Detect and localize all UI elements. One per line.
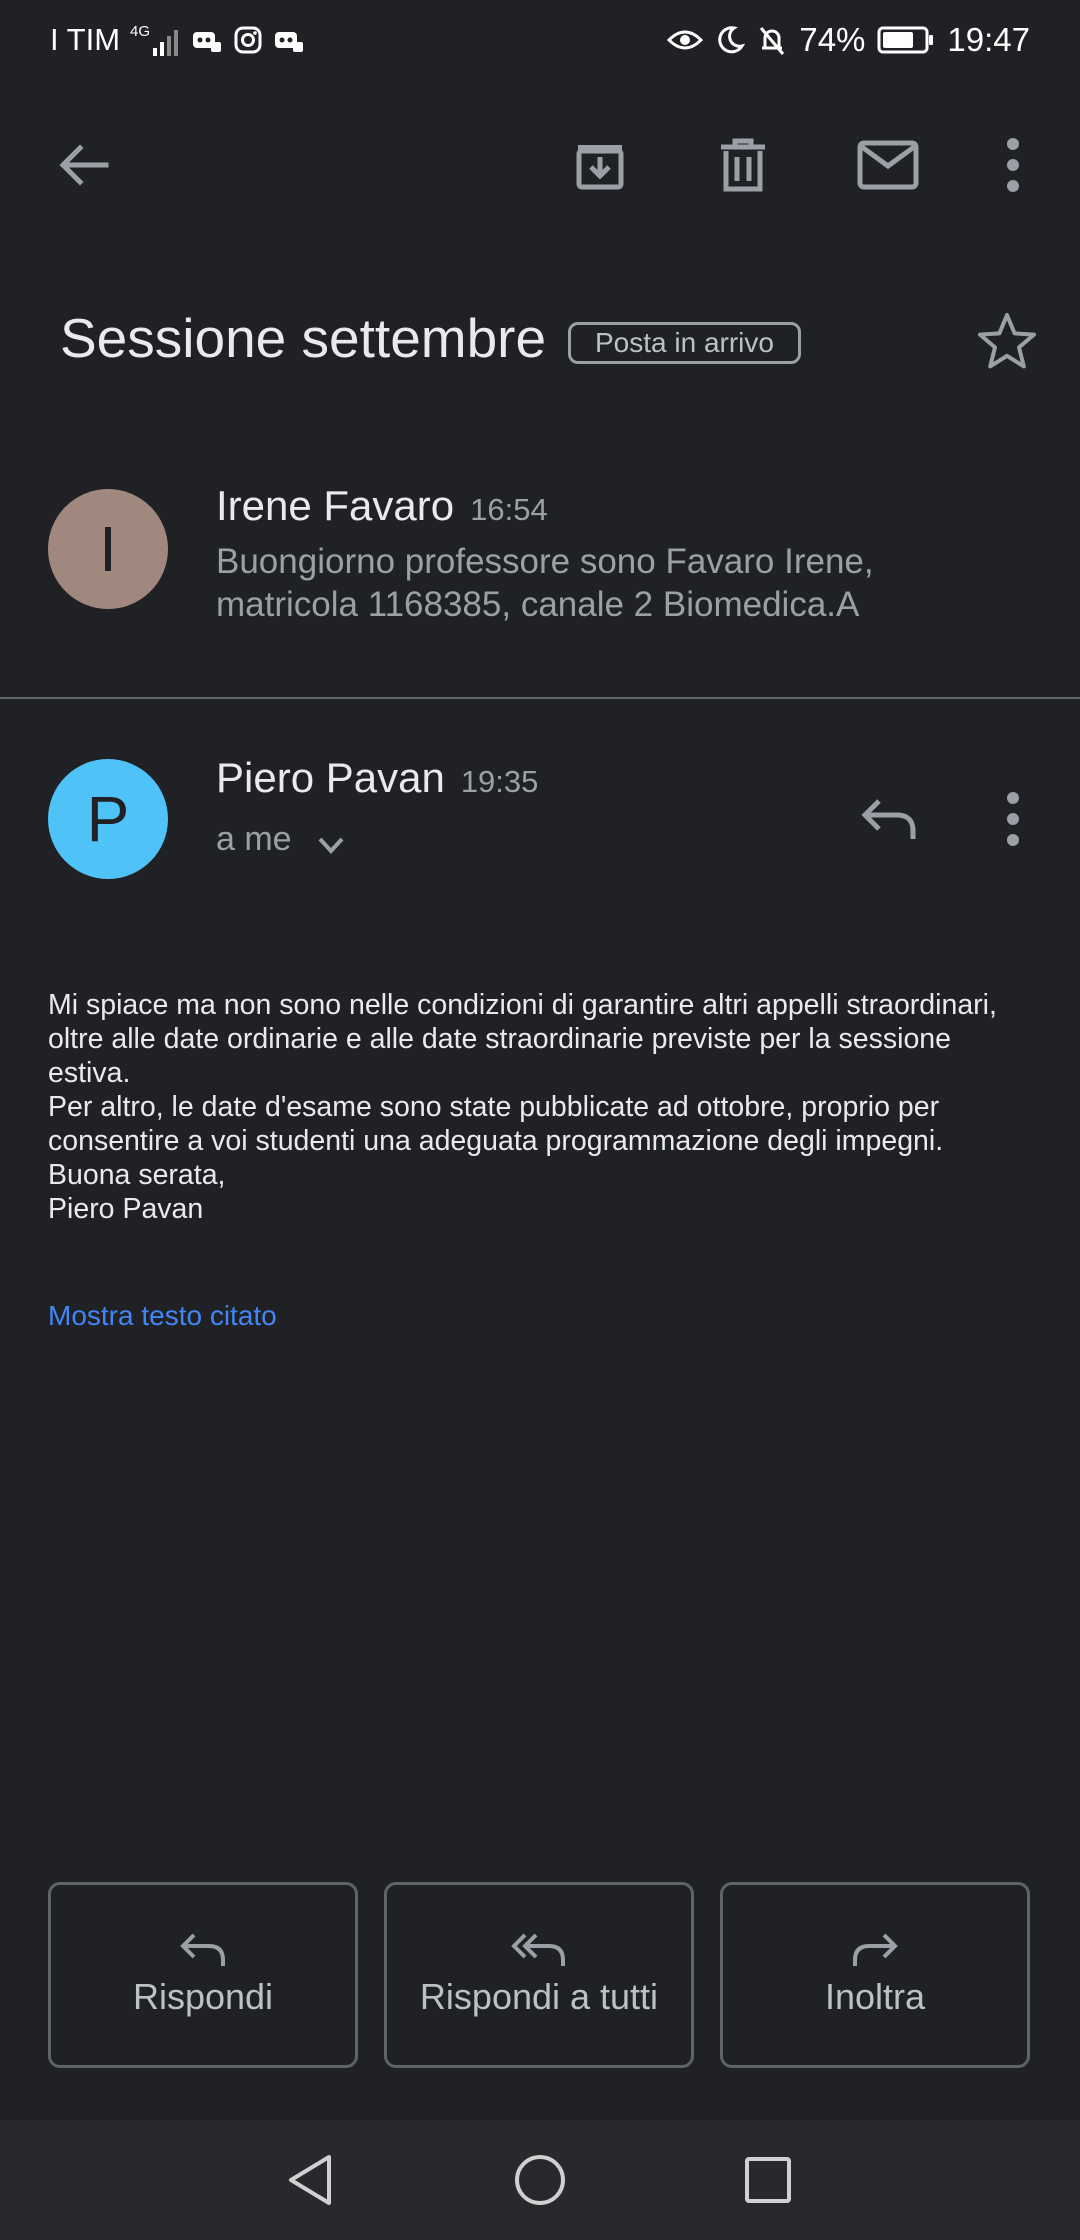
avatar-letter: P [86, 783, 130, 855]
reply-button[interactable] [844, 774, 934, 864]
archive-icon [576, 145, 624, 190]
battery-icon [877, 25, 935, 55]
label-chip[interactable]: Posta in arrivo [568, 322, 801, 364]
divider [0, 697, 1080, 699]
delete-button[interactable] [698, 120, 788, 210]
avatar: I [48, 489, 168, 609]
moon-icon [715, 25, 746, 55]
status-right: 74% 19:47 [667, 20, 1030, 60]
nav-home-button[interactable] [500, 2140, 580, 2220]
forward-icon [853, 1933, 898, 1966]
avatar: P [48, 759, 168, 879]
network-type-label: 4G [130, 23, 151, 40]
signal-icon: 4G [130, 24, 181, 56]
carrier-label: I TIM [50, 22, 121, 57]
message-header: Irene Favaro 16:54 [216, 482, 548, 530]
reply-action-button[interactable]: Rispondi [48, 1882, 358, 2068]
reply-action-label: Rispondi [132, 1976, 274, 2017]
reply-icon [180, 1933, 225, 1966]
page-title: Sessione settembre [60, 307, 547, 369]
nav-recents-button[interactable] [728, 2140, 808, 2220]
more-options-button[interactable] [968, 120, 1058, 210]
recipient-toggle[interactable]: a me [216, 820, 346, 859]
reply-all-action-button[interactable]: Rispondi a tutti [384, 1882, 694, 2068]
message-time: 19:35 [460, 764, 539, 799]
reply-all-icon [511, 1933, 565, 1966]
message-time: 16:54 [470, 492, 548, 527]
nav-back-button[interactable] [270, 2140, 350, 2220]
star-button[interactable] [962, 295, 1052, 385]
back-button[interactable] [38, 120, 128, 210]
bell-off-icon [757, 24, 787, 56]
sender-name: Irene Favaro [216, 482, 455, 529]
notification-app-icon [273, 26, 305, 54]
forward-action-button[interactable]: Inoltra [720, 1882, 1030, 2068]
message-more-button[interactable] [968, 774, 1058, 864]
forward-action-label: Inoltra [824, 1976, 926, 2017]
square-recents-icon [745, 2157, 791, 2203]
status-bar: I TIM 4G 74% 19:47 [0, 0, 1080, 80]
message-snippet: Buongiorno professore sono Favaro Irene,… [216, 542, 874, 624]
recipient-label: a me [216, 820, 292, 858]
system-nav-bar [0, 2120, 1080, 2240]
mail-icon [857, 140, 919, 190]
clock: 19:47 [947, 21, 1030, 58]
show-quoted-text-link[interactable]: Mostra testo citato [48, 1300, 277, 1332]
reply-all-action-label: Rispondi a tutti [419, 1976, 659, 2017]
circle-home-icon [515, 2155, 565, 2205]
battery-percentage: 74% [799, 21, 866, 58]
instagram-icon [233, 25, 263, 55]
archive-button[interactable] [555, 120, 645, 210]
trash-icon [721, 138, 765, 192]
reply-icon [861, 799, 916, 839]
eye-comfort-icon [667, 26, 704, 54]
more-vert-icon [1007, 792, 1019, 846]
avatar-letter: I [99, 513, 117, 585]
message-header: Piero Pavan 19:35 [216, 754, 538, 802]
arrow-left-icon [59, 144, 109, 186]
status-left: I TIM 4G [50, 20, 305, 60]
message-body: Mi spiace ma non sono nelle condizioni d… [48, 989, 997, 1225]
mark-unread-button[interactable] [843, 120, 933, 210]
triangle-back-icon [289, 2155, 331, 2205]
chevron-down-icon [318, 837, 344, 854]
star-icon [978, 313, 1036, 369]
notification-app-icon [191, 26, 223, 54]
more-vert-icon [1007, 138, 1019, 192]
sender-name: Piero Pavan [216, 754, 445, 801]
